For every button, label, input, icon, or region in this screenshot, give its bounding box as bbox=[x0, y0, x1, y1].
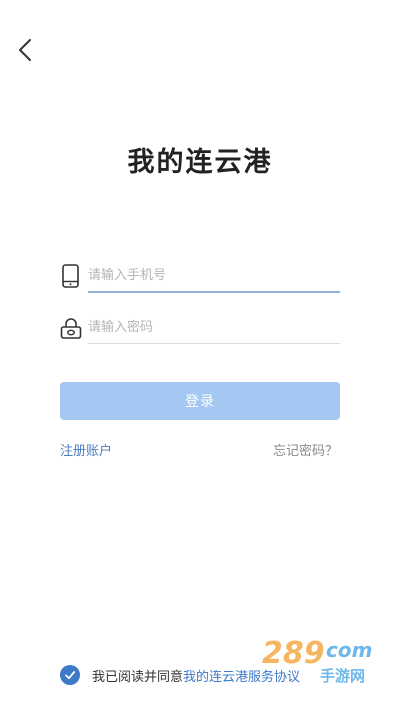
chevron-left-icon bbox=[19, 39, 31, 61]
password-input[interactable] bbox=[88, 312, 340, 342]
forgot-password-link[interactable]: 忘记密码？ bbox=[273, 440, 338, 459]
checkmark-icon bbox=[65, 671, 76, 680]
login-button[interactable]: 登录 bbox=[60, 382, 340, 420]
password-underline bbox=[88, 343, 340, 344]
phone-field bbox=[60, 260, 340, 294]
back-button[interactable] bbox=[12, 36, 40, 64]
lock-icon bbox=[60, 316, 82, 340]
password-field bbox=[60, 312, 340, 346]
svg-text:com: com bbox=[326, 638, 372, 662]
svg-text:手游网: 手游网 bbox=[320, 667, 365, 685]
service-agreement-link[interactable]: 我的连云港服务协议 bbox=[183, 666, 300, 685]
app-title: 我的连云港 bbox=[127, 147, 273, 178]
register-link[interactable]: 注册账户 bbox=[60, 440, 112, 459]
agreement-text: 我已阅读并同意 bbox=[92, 669, 184, 685]
mobile-phone-icon bbox=[60, 264, 82, 288]
phone-input[interactable] bbox=[88, 260, 340, 290]
agreement-checkbox[interactable] bbox=[60, 665, 80, 685]
agreement-row: 我已阅读并同意 我的连云港服务协议 bbox=[60, 664, 300, 686]
phone-underline bbox=[88, 291, 340, 293]
